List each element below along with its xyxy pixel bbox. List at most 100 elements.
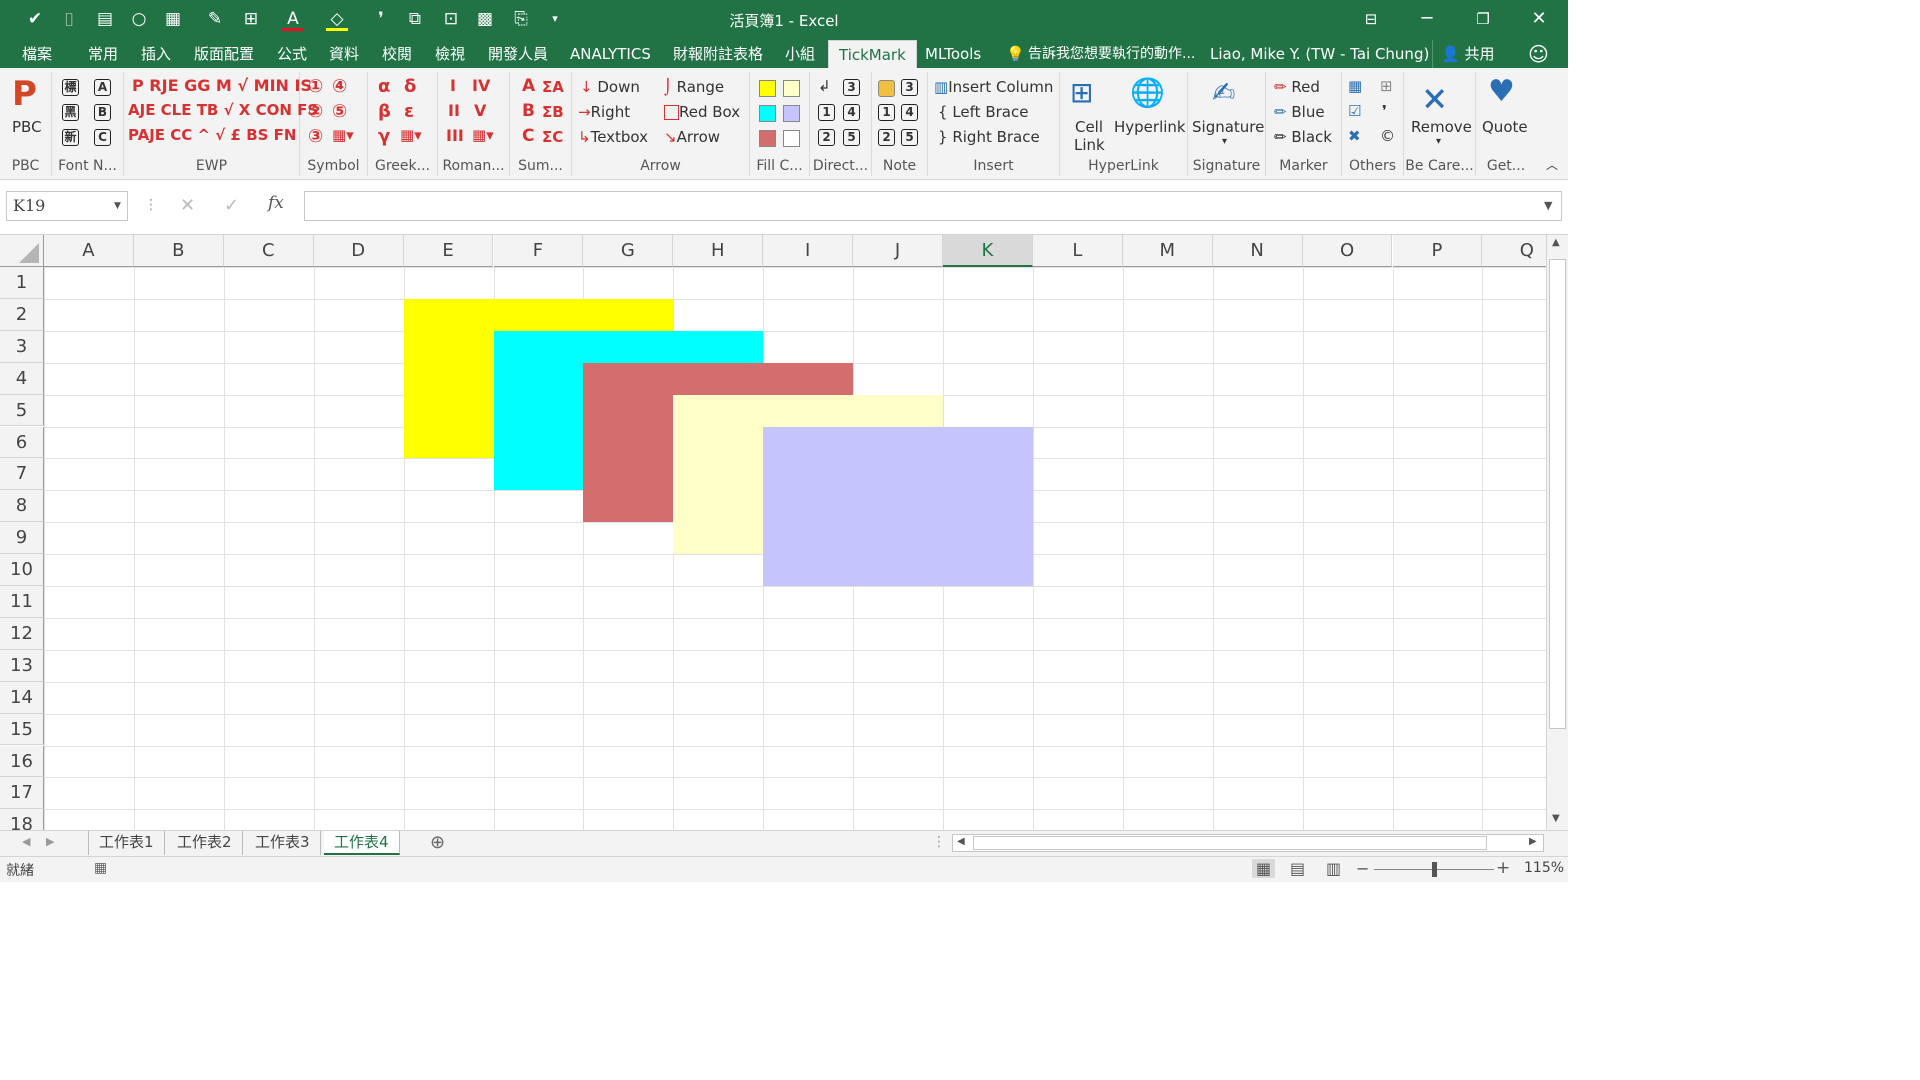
sum-a[interactable]: A [522,76,535,96]
row-header-8[interactable]: 8 [0,490,44,523]
direct-5[interactable]: 5 [843,128,860,146]
page-layout-view-icon[interactable]: ▤ [1290,859,1305,878]
ewp-row-1[interactable]: P RJE GG M √ MIN IS [132,76,312,95]
roman-more-icon[interactable]: ▦▾ [472,126,494,144]
row-header-2[interactable]: 2 [0,298,44,331]
scroll-down-icon[interactable]: ▼ [1552,813,1560,824]
remove-dropdown-icon[interactable]: ▾ [1436,136,1441,147]
tab-home[interactable]: 常用 [88,40,118,68]
fill-cyan[interactable] [759,104,776,122]
restore-button[interactable]: ❐ [1468,6,1498,32]
x-mark-icon[interactable]: ✖ [1348,127,1361,145]
user-name[interactable]: Liao, Mike Y. (TW - Tai Chung) [1210,40,1429,68]
remove-button[interactable]: Remove [1411,118,1472,136]
ribbon-display-icon[interactable]: ⊟ [1356,6,1386,32]
tab-formulas[interactable]: 公式 [277,40,307,68]
scroll-up-icon[interactable]: ▲ [1552,237,1560,248]
note-4[interactable]: 4 [901,103,918,121]
tab-page-layout[interactable]: 版面配置 [194,40,254,68]
tab-tickmark[interactable]: TickMark [828,40,917,68]
tab-mltools[interactable]: MLTools [925,40,981,68]
expand-formula-icon[interactable]: ▼ [1544,199,1552,212]
tab-analytics[interactable]: ANALYTICS [570,40,651,68]
note-3[interactable]: 3 [901,78,918,96]
font-icon-2[interactable]: 黑 [62,103,79,121]
signature-button[interactable]: Signature [1192,118,1264,136]
macro-record-icon[interactable]: ▦ [94,860,107,876]
tab-insert[interactable]: 插入 [141,40,171,68]
tab-view[interactable]: 檢視 [435,40,465,68]
pbc-button[interactable]: PBC [12,118,42,136]
font-b-button[interactable]: B [94,103,111,121]
marker-black-button[interactable]: ✏ Black [1274,128,1332,146]
fill-light-yellow[interactable] [783,79,800,97]
tell-me-box[interactable]: 告訴我您想要執行的動作... [1028,40,1195,68]
collapse-ribbon-icon[interactable]: ︿ [1546,156,1558,173]
marker-blue-button[interactable]: ✏ Blue [1274,103,1325,121]
next-sheet-icon[interactable]: ▶ [46,835,54,848]
scroll-right-icon[interactable]: ▶ [1529,836,1537,847]
font-icon-1[interactable]: 標 [62,78,79,96]
row-header-4[interactable]: 4 [0,362,44,395]
marker-red-button[interactable]: ✏ Red [1274,78,1320,96]
normal-view-icon[interactable]: ▦ [1252,859,1276,878]
zoom-in-icon[interactable]: + [1496,858,1510,878]
horizontal-scrollbar[interactable]: ◀ ▶ [952,834,1544,852]
zoom-out-icon[interactable]: − [1356,859,1369,878]
row-header-11[interactable]: 11 [0,586,44,618]
column-header-j[interactable]: J [853,235,943,267]
checkbox-icon[interactable]: ☑ [1348,102,1361,120]
sheet-tab-1[interactable]: 工作表1 [88,831,165,855]
cancel-icon[interactable]: ✕ [180,195,195,216]
row-header-15[interactable]: 15 [0,713,44,746]
row-header-5[interactable]: 5 [0,394,44,427]
greek-more-icon[interactable]: ▦▾ [400,126,422,144]
zoom-slider-thumb[interactable] [1432,862,1437,877]
tab-data[interactable]: 資料 [329,40,359,68]
symbol-5[interactable]: ⑤ [332,101,347,122]
greek-delta[interactable]: δ [404,76,416,97]
scroll-left-icon[interactable]: ◀ [957,836,965,847]
row-header-16[interactable]: 16 [0,745,44,778]
remove-icon[interactable]: 🗙 [1424,76,1445,124]
column-header-k[interactable]: K [943,235,1033,267]
arrow-down-button[interactable]: ↓ Down [580,78,640,96]
column-header-p[interactable]: P [1392,235,1483,267]
column-header-n[interactable]: N [1212,235,1303,267]
row-header-7[interactable]: 7 [0,458,44,491]
column-header-e[interactable]: E [403,235,494,267]
greek-gamma[interactable]: γ [378,126,390,147]
heart-icon[interactable]: ♥ [1488,74,1515,109]
font-a-button[interactable]: A [94,78,111,96]
roman-4[interactable]: IV [472,76,490,95]
close-button[interactable]: ✕ [1524,6,1554,32]
row-header-18[interactable]: 18 [0,809,44,830]
row-header-14[interactable]: 14 [0,681,44,714]
symbol-3[interactable]: ③ [308,126,323,147]
insert-column-button[interactable]: ▥Insert Column [934,78,1053,96]
cell-link-icon[interactable]: ⊞ [1070,76,1093,109]
font-c-button[interactable]: C [94,128,111,146]
tab-split-icon[interactable]: ⋮ [932,834,946,850]
roman-3[interactable]: III [446,126,464,145]
comma-style-icon[interactable]: ❜ [1382,102,1387,120]
sheet-tab-4[interactable]: 工作表4 [324,831,400,855]
sheet-tab-3[interactable]: 工作表3 [245,831,321,855]
column-header-i[interactable]: I [763,235,854,267]
select-all-button[interactable] [0,235,44,267]
symbol-4[interactable]: ④ [332,76,347,97]
minimize-button[interactable]: ─ [1412,6,1442,32]
prev-sheet-icon[interactable]: ◀ [22,835,30,848]
symbol-1[interactable]: ① [308,76,323,97]
note-1[interactable]: 1 [878,103,895,121]
signature-dropdown-icon[interactable]: ▾ [1222,136,1227,147]
row-header-17[interactable]: 17 [0,777,44,810]
fill-red[interactable] [759,129,776,147]
symbol-2[interactable]: ② [308,101,323,122]
fill-none[interactable] [783,129,800,147]
enter-icon[interactable]: ✓ [224,195,239,216]
column-header-o[interactable]: O [1302,235,1393,267]
tab-financial-notes[interactable]: 財報附註表格 [673,40,763,68]
ewp-row-3[interactable]: PAJE CC ^ √ £ BS FN [128,126,296,144]
name-box[interactable]: K19 [6,191,128,221]
